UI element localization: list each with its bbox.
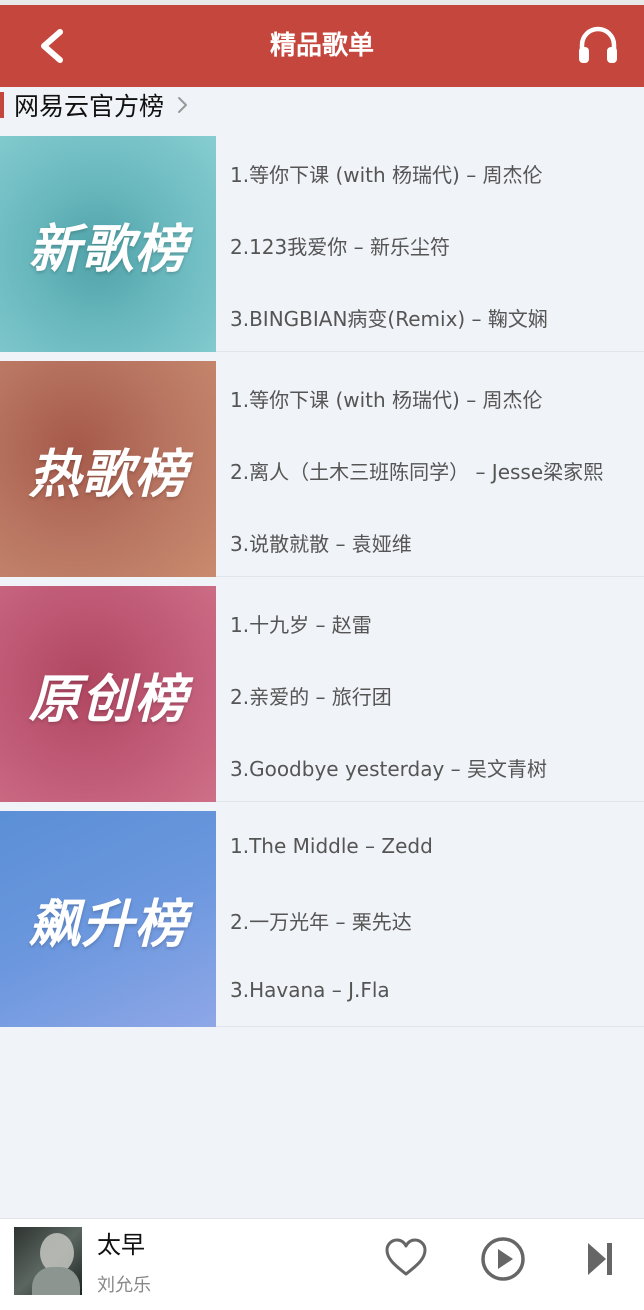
next-track-button[interactable] bbox=[584, 1240, 616, 1278]
chart-item-original[interactable]: 原创榜 1.十九岁 – 赵雷 2.亲爱的 – 旅行团 3.Goodbye yes… bbox=[0, 586, 644, 802]
chart-item-rising[interactable]: 飙升榜 1.The Middle – Zedd 2.一万光年 – 栗先达 3.H… bbox=[0, 811, 644, 1027]
album-art-figure-body bbox=[32, 1267, 80, 1295]
chevron-right-icon bbox=[178, 97, 188, 113]
chart-song-list: 1.十九岁 – 赵雷 2.亲爱的 – 旅行团 3.Goodbye yesterd… bbox=[230, 586, 644, 802]
chart-song-list: 1.等你下课 (with 杨瑞代) – 周杰伦 2.123我爱你 – 新乐尘符 … bbox=[230, 136, 644, 352]
chart-cover-title: 原创榜 bbox=[28, 669, 188, 730]
chart-song: 3.BINGBIAN病变(Remix) – 鞠文娴 bbox=[230, 307, 548, 331]
headphone-button[interactable] bbox=[576, 23, 620, 67]
chart-cover: 飙升榜 bbox=[0, 811, 216, 1027]
chart-song: 2.离人（土木三班陈同学） – Jesse梁家熙 bbox=[230, 460, 604, 484]
app: 精品歌单 网易云官方榜 新歌榜 1.等你下课 (with 杨瑞代) – 周杰伦 … bbox=[0, 0, 644, 1310]
chart-song: 2.123我爱你 – 新乐尘符 bbox=[230, 235, 450, 259]
album-art[interactable] bbox=[14, 1227, 82, 1295]
chart-cover-title: 飙升榜 bbox=[28, 894, 188, 955]
chart-song: 1.十九岁 – 赵雷 bbox=[230, 613, 372, 637]
mini-player[interactable]: 太早 刘允乐 bbox=[0, 1218, 644, 1310]
chart-song: 3.说散就散 – 袁娅维 bbox=[230, 532, 412, 556]
now-playing-title: 太早 bbox=[97, 1231, 145, 1259]
play-circle-icon bbox=[481, 1237, 525, 1281]
chart-song: 2.一万光年 – 栗先达 bbox=[230, 910, 412, 934]
section-title: 网易云官方榜 bbox=[14, 92, 165, 121]
play-button[interactable] bbox=[479, 1235, 527, 1283]
header-bar: 精品歌单 bbox=[0, 5, 644, 87]
chart-cover-title: 新歌榜 bbox=[28, 219, 188, 280]
chart-song-list: 1.The Middle – Zedd 2.一万光年 – 栗先达 3.Havan… bbox=[230, 811, 644, 1027]
chart-song: 1.等你下课 (with 杨瑞代) – 周杰伦 bbox=[230, 163, 543, 187]
chart-cover: 热歌榜 bbox=[0, 361, 216, 577]
page-title: 精品歌单 bbox=[269, 31, 374, 61]
chart-cover: 新歌榜 bbox=[0, 136, 216, 352]
chart-song: 3.Havana – J.Fla bbox=[230, 978, 390, 1002]
like-button[interactable] bbox=[383, 1236, 429, 1280]
skip-next-icon bbox=[588, 1243, 612, 1275]
chart-song: 2.亲爱的 – 旅行团 bbox=[230, 685, 392, 709]
chart-song-list: 1.等你下课 (with 杨瑞代) – 周杰伦 2.离人（土木三班陈同学） – … bbox=[230, 361, 644, 577]
chart-list: 新歌榜 1.等你下课 (with 杨瑞代) – 周杰伦 2.123我爱你 – 新… bbox=[0, 136, 644, 1036]
chart-item-hot-songs[interactable]: 热歌榜 1.等你下课 (with 杨瑞代) – 周杰伦 2.离人（土木三班陈同学… bbox=[0, 361, 644, 577]
section-header-official-charts[interactable]: 网易云官方榜 bbox=[0, 87, 644, 123]
now-playing-artist: 刘允乐 bbox=[97, 1275, 151, 1296]
chart-cover-title: 热歌榜 bbox=[28, 444, 188, 505]
heart-icon bbox=[385, 1238, 427, 1276]
chart-item-new-songs[interactable]: 新歌榜 1.等你下课 (with 杨瑞代) – 周杰伦 2.123我爱你 – 新… bbox=[0, 136, 644, 352]
chart-song: 1.等你下课 (with 杨瑞代) – 周杰伦 bbox=[230, 388, 543, 412]
headphones-icon bbox=[579, 26, 617, 63]
section-accent-bar bbox=[0, 92, 4, 118]
chart-song: 3.Goodbye yesterday – 吴文青树 bbox=[230, 757, 548, 781]
chart-song: 1.The Middle – Zedd bbox=[230, 834, 433, 858]
chart-cover: 原创榜 bbox=[0, 586, 216, 802]
